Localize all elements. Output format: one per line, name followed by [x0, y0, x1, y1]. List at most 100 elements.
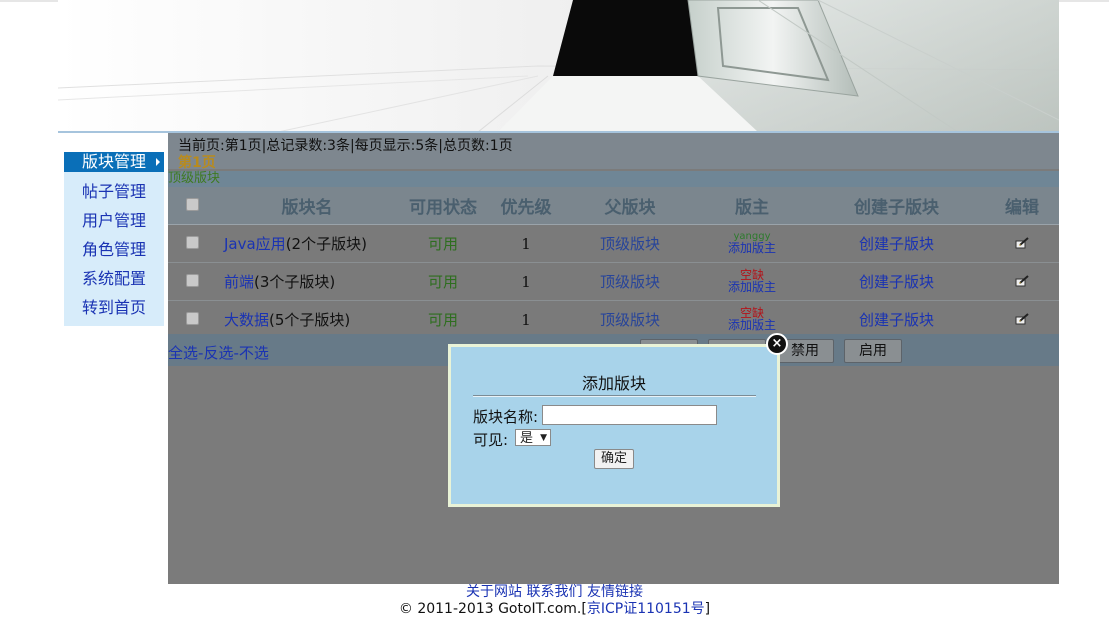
sidebar-item-label: 版块管理 [82, 152, 147, 171]
copyright: © 2011-2013 GotoIT.com.[京ICP证110151号] [0, 601, 1109, 618]
header-edit: 编辑 [985, 187, 1059, 225]
sidebar-item-label: 用户管理 [82, 211, 147, 230]
header-select [168, 187, 216, 225]
pagination-info: 当前页:第1页|总记录数:3条|每页显示:5条|总页数:1页 [178, 138, 513, 154]
header-owner: 版主 [696, 187, 808, 225]
board-name-link[interactable]: Java应用 [224, 235, 286, 253]
sidebar-item-board-management[interactable]: 版块管理 [64, 152, 164, 172]
visible-select[interactable]: 是 ▼ [515, 429, 551, 446]
sidebar-item-label: 转到首页 [82, 298, 147, 317]
dropdown-arrow-icon: ▼ [540, 433, 547, 443]
sidebar-item-label: 帖子管理 [82, 182, 147, 201]
create-sub-board-link[interactable]: 创建子版块 [859, 311, 934, 329]
section-title: 顶级版块 [168, 171, 1059, 187]
select-all-link[interactable]: 全选 [168, 344, 198, 362]
dialog-title: 添加版块 [581, 374, 646, 393]
sidebar-menu: 版块管理 帖子管理 用户管理 角色管理 系统配置 转到首页 [64, 152, 164, 326]
board-name-input[interactable] [542, 405, 717, 425]
sidebar-item-label: 系统配置 [82, 269, 147, 288]
row-checkbox[interactable] [185, 273, 199, 287]
create-sub-cell: 创建子版块 [808, 262, 985, 301]
board-name-cell: Java应用(2个子版块) [216, 224, 398, 263]
board-name-link[interactable]: 大数据 [224, 311, 269, 329]
row-checkbox[interactable] [185, 235, 199, 249]
sidebar-item-role-management[interactable]: 角色管理 [64, 235, 164, 264]
dialog-divider [473, 395, 756, 397]
footer-link-about[interactable]: 关于网站 [466, 584, 522, 600]
header-priority: 优先级 [488, 187, 564, 225]
close-icon[interactable]: × [766, 333, 788, 355]
edit-cell [985, 300, 1059, 339]
sidebar-item-user-management[interactable]: 用户管理 [64, 206, 164, 235]
sidebar-item-go-home[interactable]: 转到首页 [64, 293, 164, 322]
icp-link[interactable]: 京ICP证110151号 [587, 601, 705, 617]
create-sub-cell: 创建子版块 [808, 300, 985, 339]
parent-cell: 顶级版块 [564, 262, 696, 301]
header-board-name: 版块名 [216, 187, 398, 225]
pagination-bar: 当前页:第1页|总记录数:3条|每页显示:5条|总页数:1页 第1页 [168, 133, 1059, 172]
footer-links: 关于网站 联系我们 友情链接 [0, 584, 1109, 601]
header-parent: 父版块 [564, 187, 696, 225]
row-select [168, 224, 216, 263]
priority-cell: 1 [488, 300, 564, 339]
create-sub-cell: 创建子版块 [808, 224, 985, 263]
status-cell[interactable]: 可用 [398, 224, 488, 263]
copyright-suffix: ] [704, 601, 711, 617]
parent-cell: 顶级版块 [564, 224, 696, 263]
footer-link-contact[interactable]: 联系我们 [527, 584, 583, 600]
table-row: Java应用(2个子版块) 可用 1 顶级版块 yanggy 添加版主 创建子版… [168, 224, 1059, 263]
create-sub-board-link[interactable]: 创建子版块 [859, 235, 934, 253]
create-sub-board-link[interactable]: 创建子版块 [859, 273, 934, 291]
section-title-text: 顶级版块 [168, 171, 221, 186]
table-row: 大数据(5个子版块) 可用 1 顶级版块 空缺 添加版主 创建子版块 [168, 300, 1059, 339]
add-owner-link[interactable]: 添加版主 [697, 242, 807, 255]
add-board-dialog: 添加版块 版块名称: 可见: 是 ▼ 确定 [448, 344, 780, 507]
owner-cell: 空缺 添加版主 [696, 300, 808, 339]
edit-icon[interactable] [1015, 274, 1029, 287]
board-name-cell: 前端(3个子版块) [216, 262, 398, 301]
sub-board-count: (3个子版块) [254, 273, 336, 291]
parent-board-link[interactable]: 顶级版块 [600, 273, 660, 291]
table-row: 前端(3个子版块) 可用 1 顶级版块 空缺 添加版主 创建子版块 [168, 262, 1059, 301]
parent-board-link[interactable]: 顶级版块 [600, 235, 660, 253]
visible-label: 可见: [473, 431, 509, 449]
sub-board-count: (5个子版块) [269, 311, 351, 329]
board-name-label: 版块名称: [473, 408, 539, 426]
copyright-prefix: © 2011-2013 GotoIT.com.[ [398, 601, 587, 617]
priority-cell: 1 [488, 224, 564, 263]
edit-cell [985, 262, 1059, 301]
row-select [168, 262, 216, 301]
add-owner-link[interactable]: 添加版主 [697, 281, 807, 294]
confirm-button[interactable]: 确定 [594, 449, 635, 469]
sidebar-item-post-management[interactable]: 帖子管理 [64, 177, 164, 206]
row-checkbox[interactable] [185, 311, 199, 325]
footer-link-friends[interactable]: 友情链接 [587, 584, 643, 600]
parent-cell: 顶级版块 [564, 300, 696, 339]
add-owner-link[interactable]: 添加版主 [697, 319, 807, 332]
status-cell[interactable]: 可用 [398, 300, 488, 339]
invert-selection-link[interactable]: 反选 [203, 344, 233, 362]
row-select [168, 300, 216, 339]
edit-cell [985, 224, 1059, 263]
board-name-cell: 大数据(5个子版块) [216, 300, 398, 339]
owner-cell: 空缺 添加版主 [696, 262, 808, 301]
enable-button[interactable]: 启用 [844, 339, 902, 363]
header-status: 可用状态 [398, 187, 488, 225]
edit-icon[interactable] [1015, 312, 1029, 325]
board-name-link[interactable]: 前端 [224, 273, 254, 291]
sidebar-item-system-config[interactable]: 系统配置 [64, 264, 164, 293]
status-cell[interactable]: 可用 [398, 262, 488, 301]
visible-select-value: 是 [520, 431, 534, 446]
current-page-link[interactable]: 第1页 [178, 152, 216, 172]
sub-board-count: (2个子版块) [285, 235, 367, 253]
owner-cell: yanggy 添加版主 [696, 224, 808, 263]
header-create-sub: 创建子版块 [808, 187, 985, 225]
table-header-row: 版块名 可用状态 优先级 父版块 版主 创建子版块 编辑 [168, 187, 1059, 225]
page-footer: 关于网站 联系我们 友情链接 © 2011-2013 GotoIT.com.[京… [0, 584, 1109, 618]
edit-icon[interactable] [1015, 236, 1029, 249]
parent-board-link[interactable]: 顶级版块 [600, 311, 660, 329]
banner-door-illustration [58, 0, 1059, 132]
select-all-checkbox[interactable] [185, 197, 199, 211]
select-none-link[interactable]: 不选 [239, 344, 269, 362]
priority-cell: 1 [488, 262, 564, 301]
